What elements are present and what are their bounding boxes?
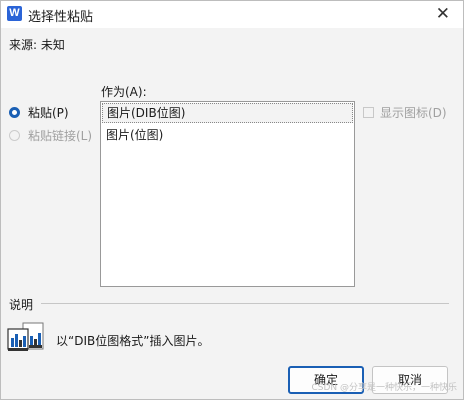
source-value: 未知	[40, 38, 65, 52]
paste-picture-icon	[7, 322, 44, 351]
as-label: 作为(A):	[101, 85, 147, 99]
source-label: 来源:	[9, 38, 38, 52]
radio-disabled-icon	[9, 129, 20, 141]
source-info: 来源: 未知	[9, 36, 65, 53]
description-divider	[41, 303, 449, 304]
title-bar: W 选择性粘贴 ✕	[1, 1, 463, 28]
dialog-title: 选择性粘贴	[28, 10, 94, 25]
radio-selected-icon[interactable]	[9, 106, 20, 118]
description-label: 说明	[9, 298, 34, 312]
paste-link-radio: 粘贴链接(L)	[9, 127, 92, 143]
paste-special-dialog: W 选择性粘贴 ✕ 来源: 未知 粘贴(P) 粘贴链接(L) 作为(A): 图片…	[0, 0, 464, 400]
list-item[interactable]: 图片(DIB位图)	[102, 103, 353, 123]
paste-radio[interactable]: 粘贴(P)	[9, 104, 69, 120]
display-as-icon-checkbox: 显示图标(D)	[363, 104, 447, 121]
watermark: CSDN @分享是一种快乐，一种快乐	[311, 383, 457, 393]
close-icon[interactable]: ✕	[436, 4, 450, 24]
checkbox-icon	[363, 107, 374, 118]
description-text: 以“DIB位图格式”插入图片。	[56, 334, 210, 348]
display-as-icon-label: 显示图标(D)	[380, 106, 447, 120]
list-item[interactable]: 图片(位图)	[102, 125, 353, 145]
paste-radio-label: 粘贴(P)	[28, 105, 69, 120]
as-listbox[interactable]: 图片(DIB位图) 图片(位图)	[100, 101, 355, 287]
paste-link-radio-label: 粘贴链接(L)	[28, 128, 93, 143]
wps-writer-icon: W	[7, 6, 22, 21]
